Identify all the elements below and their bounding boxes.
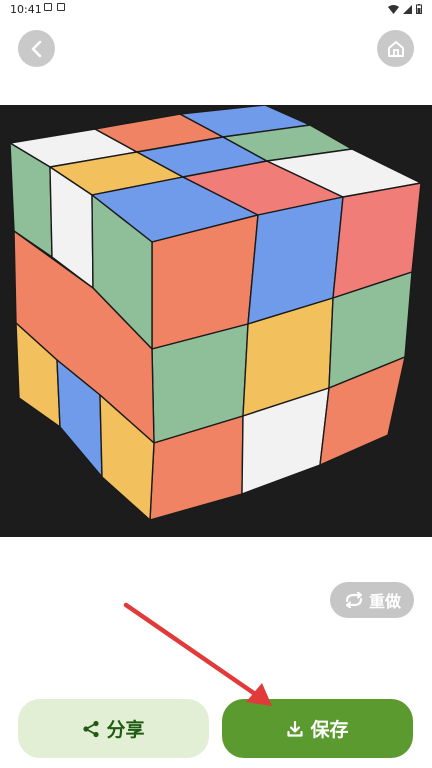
app-notification-icon bbox=[57, 3, 65, 11]
cube-preview bbox=[0, 104, 432, 537]
rubiks-cube-image bbox=[9, 104, 422, 521]
share-label: 分享 bbox=[106, 719, 145, 741]
home-button[interactable] bbox=[377, 30, 414, 67]
save-label: 保存 bbox=[310, 719, 349, 741]
back-button[interactable] bbox=[18, 30, 55, 67]
home-icon bbox=[387, 40, 404, 57]
status-bar: 10:41 bbox=[0, 0, 432, 20]
chevron-left-icon bbox=[31, 40, 41, 57]
status-time: 10:41 bbox=[10, 3, 42, 16]
redo-label: 重做 bbox=[368, 592, 401, 611]
save-button[interactable]: 保存 bbox=[222, 699, 413, 758]
share-button[interactable]: 分享 bbox=[18, 699, 209, 758]
redo-icon bbox=[345, 592, 363, 608]
download-icon bbox=[287, 720, 304, 737]
gallery-notification-icon bbox=[44, 3, 52, 11]
system-icons bbox=[388, 4, 422, 14]
wifi-icon bbox=[388, 4, 399, 14]
redo-button[interactable]: 重做 bbox=[330, 582, 414, 618]
signal-icon bbox=[403, 4, 412, 14]
notification-icons bbox=[44, 3, 65, 11]
share-icon bbox=[83, 720, 100, 737]
battery-icon bbox=[416, 4, 422, 14]
